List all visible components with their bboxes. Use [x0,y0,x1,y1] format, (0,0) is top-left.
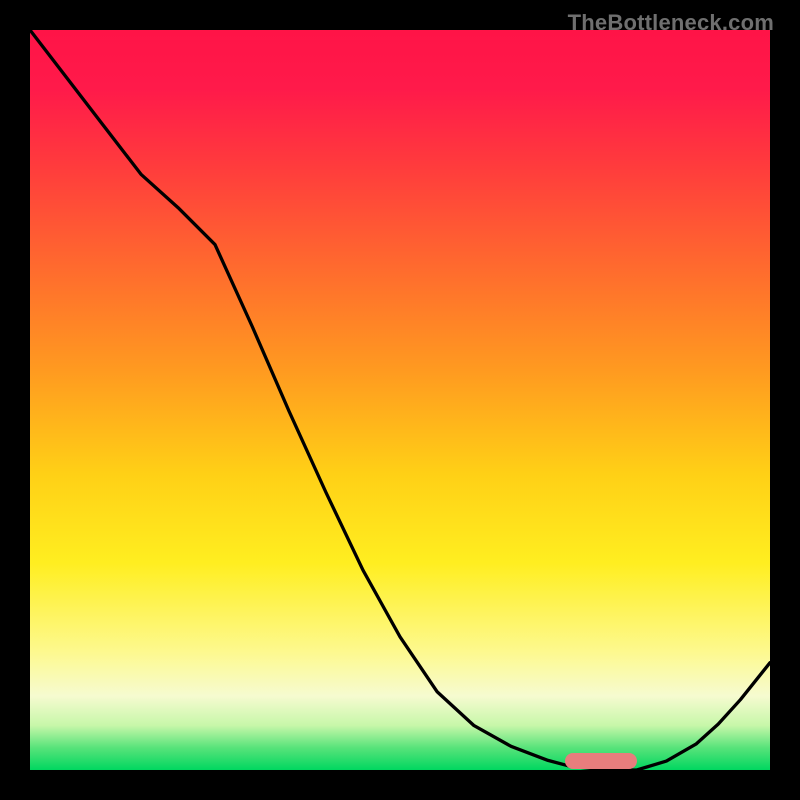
plot-area [30,30,770,770]
outer-frame: TheBottleneck.com [12,12,788,788]
optimal-range-marker [565,753,637,769]
bottleneck-curve [30,30,770,770]
